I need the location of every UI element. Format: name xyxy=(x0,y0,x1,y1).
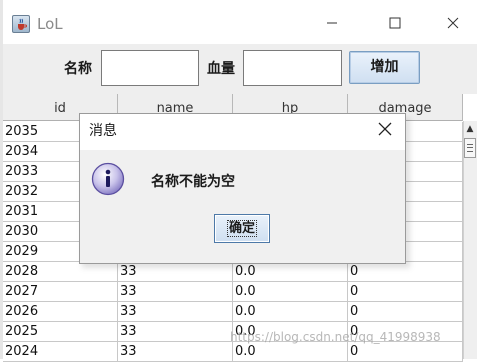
cell-damage: 0 xyxy=(348,302,463,322)
minimize-button[interactable] xyxy=(318,12,346,36)
hp-input[interactable] xyxy=(243,50,342,86)
cell-hp: 0.0 xyxy=(233,302,348,322)
cell-id: 2026 xyxy=(3,302,118,322)
name-label: 名称 xyxy=(64,61,92,77)
close-icon xyxy=(447,17,459,29)
table-row[interactable]: 2026 33 0.0 0 xyxy=(3,302,463,322)
cell-damage: 0 xyxy=(348,342,463,362)
ok-button-label: 确定 xyxy=(226,220,257,237)
minimize-icon xyxy=(327,22,337,24)
watermark: https://blog.csdn.net/qq_41998938 xyxy=(230,330,441,344)
hp-label: 血量 xyxy=(207,61,235,77)
table-row[interactable]: 2027 33 0.0 0 xyxy=(3,282,463,302)
dialog-title-bar xyxy=(80,114,405,150)
cell-name: 33 xyxy=(118,342,233,362)
java-cup-icon xyxy=(12,15,30,33)
table-row[interactable]: 2024 33 0.0 0 xyxy=(3,342,463,362)
dialog-title: 消息 xyxy=(89,123,117,139)
dialog-close-button[interactable] xyxy=(372,118,398,144)
cell-name: 33 xyxy=(118,322,233,342)
cell-hp: 0.0 xyxy=(233,282,348,302)
window-close-button[interactable] xyxy=(439,12,467,36)
cell-id: 2024 xyxy=(3,342,118,362)
close-icon xyxy=(378,122,392,136)
cell-hp: 0.0 xyxy=(233,342,348,362)
cell-name: 33 xyxy=(118,282,233,302)
name-input[interactable] xyxy=(101,50,199,86)
cell-id: 2027 xyxy=(3,282,118,302)
maximize-icon xyxy=(389,17,401,29)
window-title: LoL xyxy=(37,15,63,33)
cell-id: 2025 xyxy=(3,322,118,342)
ok-button[interactable]: 确定 xyxy=(214,214,270,243)
cell-damage: 0 xyxy=(348,282,463,302)
scroll-up-icon[interactable]: ▲ xyxy=(463,121,477,137)
info-icon xyxy=(91,162,125,196)
maximize-button[interactable] xyxy=(381,12,409,36)
scroll-thumb[interactable] xyxy=(464,138,476,158)
cell-name: 33 xyxy=(118,302,233,322)
dialog-message: 名称不能为空 xyxy=(151,174,235,190)
add-button[interactable]: 增加 xyxy=(349,51,420,84)
